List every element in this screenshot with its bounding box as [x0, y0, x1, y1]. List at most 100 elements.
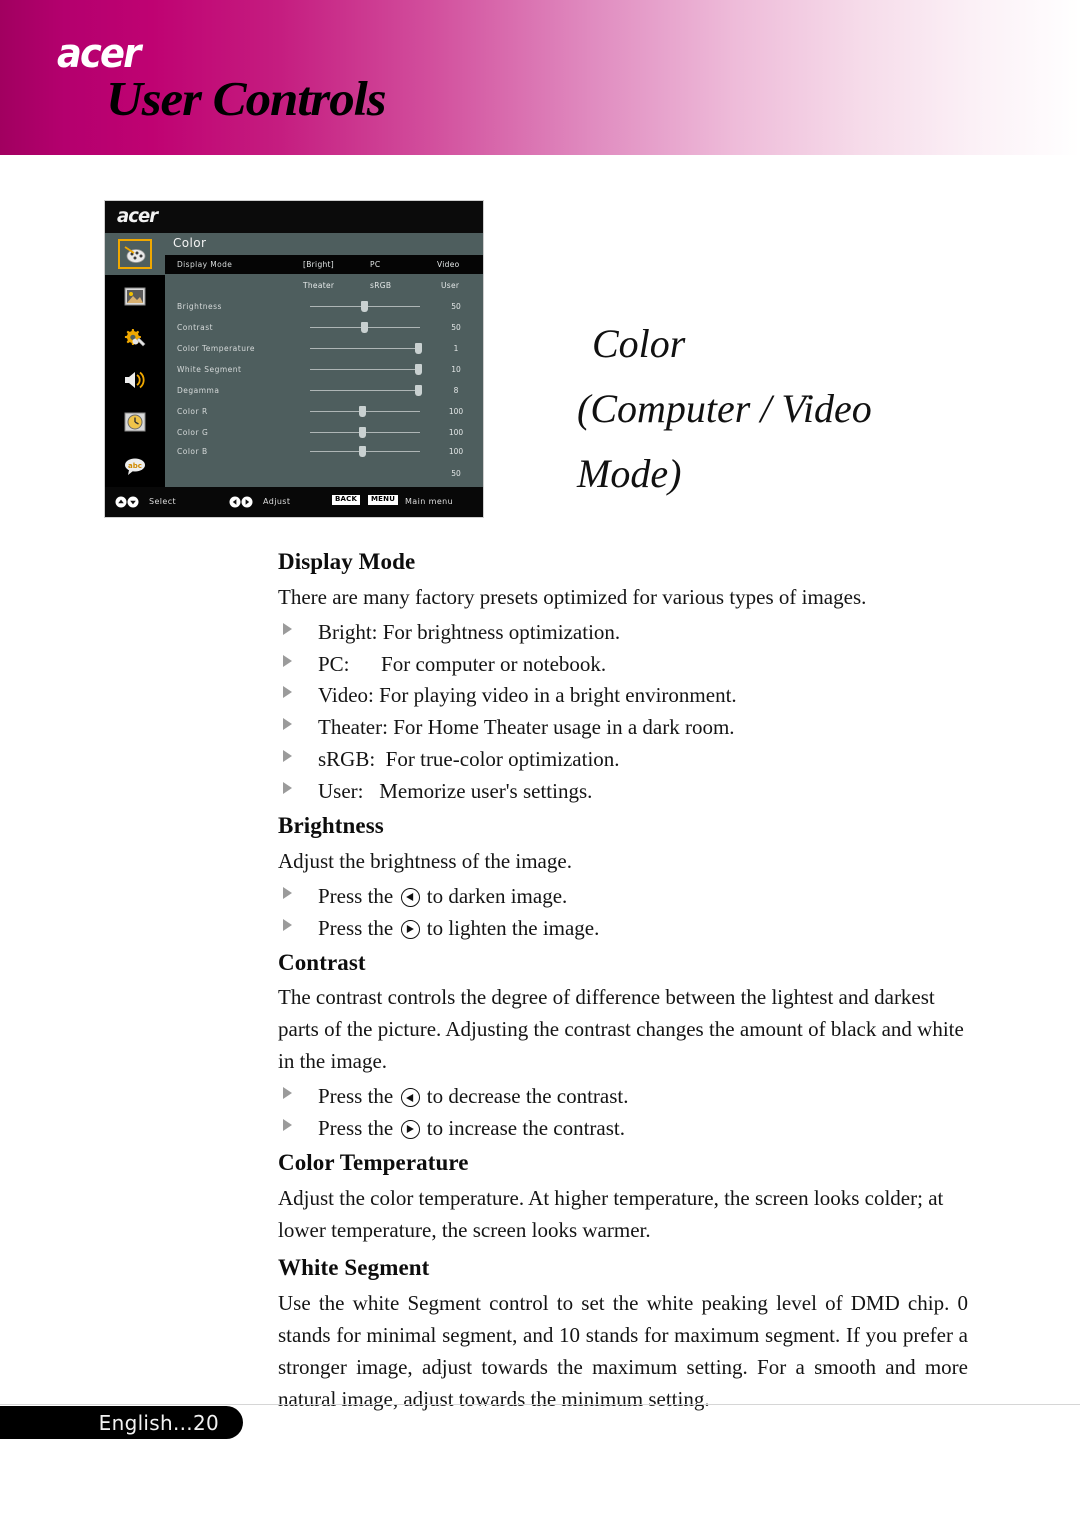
list-item: Press the to decrease the contrast.	[278, 1081, 968, 1113]
bullet-arrow-icon	[283, 886, 292, 899]
osd-body-panel: Color Display Mode [Bright] PC Video The…	[165, 233, 483, 487]
gear-wrench-icon	[122, 326, 148, 350]
bullet-arrow-icon	[283, 1087, 292, 1100]
osd-slider-knob[interactable]	[359, 446, 366, 457]
osd-slider-knob[interactable]	[359, 427, 366, 438]
osd-row-label: Contrast	[177, 323, 214, 332]
heading-display-mode: Display Mode	[278, 549, 416, 574]
osd-row-value: 1	[453, 344, 459, 353]
osd-row-label: Brightness	[177, 302, 222, 311]
sidebar-item-management[interactable]	[105, 317, 165, 359]
osd-slider-knob[interactable]	[415, 385, 422, 396]
left-arrow-button-icon	[400, 887, 420, 907]
osd-slider-knob[interactable]	[359, 406, 366, 417]
osd-mode-theater[interactable]: Theater	[303, 281, 334, 290]
list-item: Theater: For Home Theater usage in a dar…	[278, 712, 968, 744]
paragraph: Use the white Segment control to set the…	[278, 1291, 968, 1411]
sidebar-item-image[interactable]	[105, 275, 165, 317]
osd-slider-knob[interactable]	[415, 343, 422, 354]
acer-logo: acer	[57, 31, 141, 77]
svg-text:abc: abc	[128, 462, 142, 470]
osd-acer-logo: acer	[117, 205, 158, 227]
osd-adjust-label: Adjust	[263, 497, 291, 506]
osd-slider-knob[interactable]	[361, 322, 368, 333]
paragraph: Adjust the brightness of the image.	[278, 848, 572, 873]
bullet-arrow-icon	[283, 918, 292, 931]
speaker-icon	[122, 368, 148, 392]
page-title: User Controls	[106, 71, 387, 126]
section-title-line3: Mode)	[577, 450, 682, 496]
list-item-text: sRGB: For true-color optimization.	[318, 747, 620, 772]
list-item-post: to lighten the image.	[421, 915, 600, 940]
sidebar-item-timer[interactable]	[105, 401, 165, 443]
heading-color-temperature: Color Temperature	[278, 1149, 469, 1175]
osd-row-label: Color B	[177, 447, 208, 456]
list-item: sRGB: For true-color optimization.	[278, 744, 968, 776]
list-item-text: Bright: For brightness optimization.	[318, 619, 621, 644]
list-item-pre: Press the	[318, 1115, 399, 1140]
sidebar-item-audio[interactable]	[105, 359, 165, 401]
heading-brightness: Brightness	[278, 813, 384, 839]
page-header-banner: acer User Controls	[0, 0, 1080, 155]
section-title-line1: Color	[592, 321, 686, 366]
osd-row-value: 8	[453, 386, 459, 395]
list-item-pre: Press the	[318, 915, 399, 940]
osd-mainmenu-label: Main menu	[405, 497, 454, 506]
osd-back-key[interactable]: BACK	[332, 495, 361, 505]
osd-slider-knob[interactable]	[361, 301, 368, 312]
osd-mode-srgb[interactable]: sRGB	[370, 281, 391, 290]
list-item-post: to decrease the contrast.	[421, 1084, 629, 1109]
footer-divider	[0, 1404, 1080, 1405]
right-arrow-button-icon	[400, 919, 420, 939]
paragraph: There are many factory presets optimized…	[278, 584, 867, 609]
list-item-text: Theater: For Home Theater usage in a dar…	[318, 715, 735, 740]
bullet-arrow-icon	[283, 654, 292, 667]
sidebar-item-language[interactable]: abc	[105, 445, 165, 487]
osd-slider-track[interactable]	[310, 348, 420, 349]
list-item: Press the to darken image.	[278, 881, 968, 913]
page-number-label: English...20	[98, 1410, 219, 1435]
left-arrow-button-icon	[400, 1088, 420, 1108]
osd-display-mode-label: Display Mode	[177, 260, 233, 269]
list-item: Press the to lighten the image.	[278, 913, 968, 945]
osd-mode-pc[interactable]: PC	[370, 260, 380, 269]
osd-menu-key[interactable]: MENU	[368, 495, 399, 505]
clock-icon	[122, 410, 148, 434]
osd-extra-value: 50	[451, 469, 461, 478]
osd-row-label: Color Temperature	[177, 344, 255, 353]
osd-topbar: acer	[105, 201, 483, 233]
bullet-arrow-icon	[283, 782, 292, 795]
left-right-arrow-icon	[229, 496, 253, 508]
paragraph: The contrast controls the degree of diff…	[278, 985, 964, 1074]
right-arrow-button-icon	[400, 1119, 420, 1139]
sidebar-item-color[interactable]	[105, 233, 165, 275]
osd-slider-track[interactable]	[310, 369, 420, 370]
osd-select-label: Select	[149, 497, 177, 506]
bullet-arrow-icon	[283, 750, 292, 763]
up-down-arrow-icon	[115, 496, 139, 508]
section-title-line2: (Computer / Video	[577, 385, 872, 431]
osd-slider-track[interactable]	[310, 390, 420, 391]
osd-mode-video[interactable]: Video	[437, 260, 460, 269]
bullet-arrow-icon	[283, 622, 292, 635]
body-content: Display Mode There are many factory pres…	[278, 548, 968, 1419]
osd-mode-user[interactable]: User	[441, 281, 459, 290]
list-item-post: to increase the contrast.	[421, 1115, 625, 1140]
list-item-text: Video: For playing video in a bright env…	[318, 683, 737, 708]
section-title: Color (Computer / Video Mode)	[577, 312, 1012, 506]
bullet-arrow-icon	[283, 1118, 292, 1131]
bullet-arrow-icon	[283, 718, 292, 731]
osd-row-value: 100	[448, 447, 464, 456]
osd-slider-knob[interactable]	[415, 364, 422, 375]
list-item: Bright: For brightness optimization.	[278, 617, 968, 649]
language-abc-icon: abc	[122, 454, 148, 478]
paragraph: Adjust the color temperature. At higher …	[278, 1185, 944, 1242]
list-item: Press the to increase the contrast.	[278, 1113, 968, 1145]
osd-menu-title: Color	[173, 236, 207, 250]
page-number-tab: English...20	[0, 1406, 243, 1439]
heading-contrast: Contrast	[278, 949, 366, 975]
list-item-text: PC: For computer or notebook.	[318, 651, 607, 676]
list-item-post: to darken image.	[421, 883, 568, 908]
osd-mode-bright[interactable]: [Bright]	[303, 260, 334, 269]
osd-row-value: 50	[451, 302, 461, 311]
